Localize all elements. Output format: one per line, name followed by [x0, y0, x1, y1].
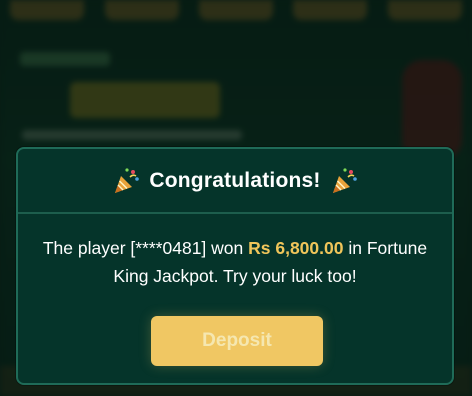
dialog-message: The player [****0481] won Rs 6,800.00 in…	[18, 214, 452, 290]
deposit-button[interactable]: Deposit	[151, 316, 323, 366]
win-amount: Rs 6,800.00	[248, 238, 344, 258]
jackpot-win-dialog: Congratulations! The player [****0481] w…	[16, 147, 454, 385]
dialog-title: Congratulations!	[149, 168, 321, 192]
party-popper-icon	[111, 166, 141, 196]
message-prefix: The player [****0481] won	[42, 238, 249, 258]
dialog-header: Congratulations!	[18, 149, 452, 214]
party-popper-icon	[329, 166, 359, 196]
